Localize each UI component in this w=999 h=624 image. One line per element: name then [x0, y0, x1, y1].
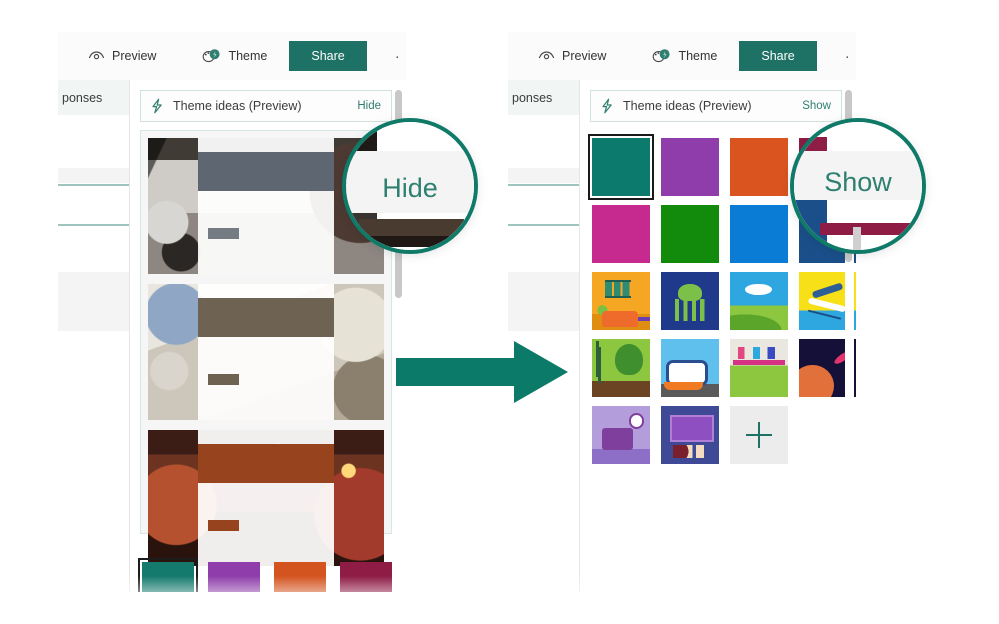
nav-row	[508, 116, 580, 168]
nav-row	[508, 226, 580, 272]
share-label-right: Share	[761, 49, 795, 63]
theme-swatch-cloud-hills[interactable]	[730, 272, 788, 330]
flow-arrow	[396, 341, 568, 403]
magnifier-content-hide: Hide	[346, 122, 474, 250]
forms-window-before: Preview Theme Share · ponses Theme ideas…	[58, 32, 406, 592]
nav-row	[58, 116, 130, 168]
eye-icon	[538, 50, 555, 62]
magnifier-content-show: Show	[794, 122, 922, 250]
card-button-block	[208, 519, 239, 532]
theme-ideas-header-left: Theme ideas (Preview) Hide	[140, 90, 392, 122]
theme-button-right[interactable]: Theme	[640, 41, 729, 71]
theme-swatch-magenta[interactable]	[592, 205, 650, 263]
more-options-button-right[interactable]: · · ·	[833, 41, 856, 71]
show-magnified-label: Show	[824, 166, 892, 197]
responses-label-left: ponses	[62, 90, 103, 105]
theme-ideas-header-right: Theme ideas (Preview) Show	[590, 90, 842, 122]
command-bar-left: Preview Theme Share ·	[58, 32, 406, 80]
eye-icon	[88, 50, 105, 62]
card-title-block	[197, 151, 335, 192]
magnified-maroon-edge	[819, 223, 922, 235]
theme-swatch-science-lab[interactable]	[730, 339, 788, 397]
theme-ideas-title-right: Theme ideas (Preview)	[623, 99, 752, 113]
theme-swatch-food-truck[interactable]	[661, 339, 719, 397]
more-options-button-left[interactable]: · · ·	[383, 41, 406, 71]
theme-swatch-purple[interactable]	[661, 138, 719, 196]
theme-swatch-desk-clock[interactable]	[592, 406, 650, 464]
theme-swatch-orange[interactable]	[730, 138, 788, 196]
share-button-right[interactable]: Share	[739, 41, 817, 71]
theme-label-right: Theme	[678, 49, 718, 63]
theme-swatch-computer-desk[interactable]	[661, 406, 719, 464]
magnified-card-edge	[358, 219, 464, 248]
lightning-bolt-icon	[600, 98, 614, 114]
card-title-block	[197, 443, 335, 484]
theme-palette-icon	[202, 48, 221, 64]
nav-row	[508, 272, 580, 332]
share-label-left: Share	[311, 49, 345, 63]
nav-row	[58, 168, 130, 184]
nav-row	[58, 186, 130, 224]
share-button-left[interactable]: Share	[289, 41, 367, 71]
preview-button-left[interactable]: Preview	[76, 41, 168, 71]
party-lights-theme-card[interactable]	[148, 430, 384, 566]
responses-tab-right[interactable]: ponses	[508, 80, 580, 116]
card-button-block	[208, 227, 239, 240]
theme-swatch-octopus[interactable]	[661, 272, 719, 330]
theme-ideas-title-left: Theme ideas (Preview)	[173, 99, 302, 113]
more-label-right: · · ·	[844, 47, 856, 65]
nav-row	[508, 186, 580, 224]
lightning-bolt-icon	[150, 98, 164, 114]
theme-swatch-living-room[interactable]	[592, 272, 650, 330]
hide-magnified-label: Hide	[382, 173, 438, 204]
preview-label-left: Preview	[112, 49, 157, 63]
nav-row	[58, 226, 130, 272]
screenshot-stage: Preview Theme Share · ponses Theme ideas…	[0, 0, 999, 624]
preview-button-right[interactable]: Preview	[526, 41, 618, 71]
theme-swatch-teal[interactable]	[588, 134, 654, 200]
more-label-left: · · ·	[394, 47, 406, 65]
hide-magnifier-callout: Hide	[342, 118, 478, 254]
theme-label-left: Theme	[228, 49, 268, 63]
responses-label-right: ponses	[512, 90, 553, 105]
nav-row	[58, 272, 130, 332]
bottom-fade	[0, 576, 999, 624]
nav-row	[508, 168, 580, 184]
theme-swatch-blue[interactable]	[730, 205, 788, 263]
magnified-scrollbar	[852, 226, 861, 250]
theme-swatch-green[interactable]	[661, 205, 719, 263]
forms-window-after: Preview Theme Share · ponses Theme ideas…	[508, 32, 856, 592]
theme-swatch-park-bench[interactable]	[592, 339, 650, 397]
plus-icon	[746, 422, 772, 448]
hide-link[interactable]: Hide	[357, 100, 381, 112]
theme-palette-icon	[652, 48, 671, 64]
theme-button-left[interactable]: Theme	[190, 41, 279, 71]
responses-nav-strip-right: ponses	[508, 80, 580, 592]
card-button-block	[208, 373, 239, 386]
theme-swatch-add-custom[interactable]	[730, 406, 788, 464]
show-magnifier-callout: Show	[790, 118, 926, 254]
card-title-block	[197, 297, 335, 338]
desk-flatlay-theme-card[interactable]	[148, 284, 384, 420]
responses-nav-strip-left: ponses	[58, 80, 130, 592]
command-bar-right: Preview Theme Share ·	[508, 32, 856, 80]
responses-tab-left[interactable]: ponses	[58, 80, 130, 116]
show-link[interactable]: Show	[802, 100, 831, 112]
preview-label-right: Preview	[562, 49, 607, 63]
